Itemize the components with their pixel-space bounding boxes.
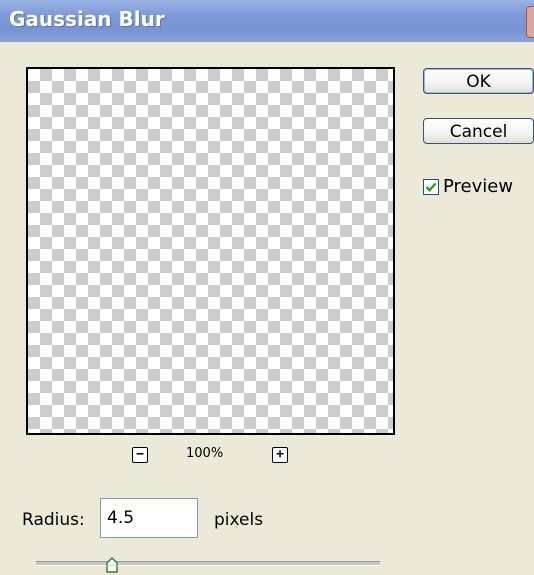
title-bar[interactable]: Gaussian Blur [0, 0, 534, 42]
preview-canvas[interactable] [26, 67, 395, 435]
radius-input[interactable] [100, 498, 198, 538]
dialog-title: Gaussian Blur [9, 7, 165, 31]
radius-label: Radius: [22, 510, 85, 530]
ok-button[interactable]: OK [423, 68, 534, 94]
preview-checkbox[interactable] [423, 179, 439, 195]
close-button[interactable] [526, 6, 534, 38]
radius-slider-track[interactable] [36, 561, 380, 566]
zoom-level-label: 100% [186, 446, 224, 461]
zoom-out-button[interactable]: − [132, 447, 148, 463]
preview-label: Preview [443, 176, 514, 197]
checkmark-icon [425, 182, 437, 192]
radius-slider-thumb[interactable] [105, 557, 118, 573]
radius-unit-label: pixels [214, 510, 264, 530]
zoom-in-button[interactable]: + [272, 447, 288, 463]
cancel-button[interactable]: Cancel [423, 118, 534, 144]
